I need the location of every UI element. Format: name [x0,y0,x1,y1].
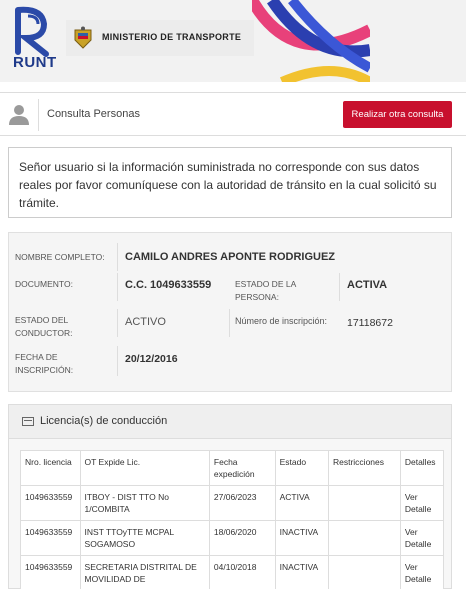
new-query-button[interactable]: Realizar otra consulta [343,101,452,128]
column-divider [117,243,118,271]
user-icon [9,105,29,125]
license-issuer: ITBOY - DIST TTO No 1/COMBITA [79,485,210,521]
license-date: 04/10/2018 [208,555,276,589]
inscription-number-label: Número de inscripción: [235,316,328,326]
license-number: 1049633559 [20,485,81,521]
view-detail-link[interactable]: Ver Detalle [399,485,445,521]
inscription-number-value: 17118672 [347,317,393,329]
driver-state-value: ACTIVO [125,316,166,328]
license-issuer: INST TTOyTTE MCPAL SOGAMOSO [79,520,210,556]
inscription-date-value: 20/12/2016 [125,353,178,365]
query-toolbar: Consulta Personas Realizar otra consulta [0,92,466,136]
person-state-label: ESTADO DE LA PERSONA: [235,279,297,302]
license-state: INACTIVA [274,520,329,556]
license-state: INACTIVA [274,555,329,589]
column-divider [117,309,118,337]
column-divider [229,309,230,337]
driver-state-label: ESTADO DEL CONDUCTOR: [15,315,73,338]
header-banner: RUNT MINISTERIO DE TRANSPORTE [0,0,466,82]
runt-brand-text: RUNT [13,54,57,71]
coat-of-arms-icon [74,26,92,49]
column-divider [339,273,340,301]
ministry-logo: MINISTERIO DE TRANSPORTE [66,20,254,56]
table-row: 1049633559 INST TTOyTTE MCPAL SOGAMOSO 1… [20,520,445,556]
id-card-icon [22,417,34,426]
view-detail-link[interactable]: Ver Detalle [399,520,445,556]
table-row: 1049633559 SECRETARIA DISTRITAL DE MOVIL… [20,555,445,589]
document-label: DOCUMENTO: [15,279,73,289]
license-date: 18/06/2020 [208,520,276,556]
full-name-label: NOMBRE COMPLETO: [15,252,105,262]
license-state: ACTIVA [274,485,329,521]
column-header: Restricciones [327,450,401,486]
licenses-table: Nro. licencia OT Expide Lic. Fecha exped… [20,450,445,589]
person-state-value: ACTIVA [347,279,388,291]
notice-message: Señor usuario si la información suminist… [8,147,452,218]
table-row: 1049633559 ITBOY - DIST TTO No 1/COMBITA… [20,485,445,521]
column-header: Estado [274,450,329,486]
license-restrictions [327,520,401,556]
ministry-name: MINISTERIO DE TRANSPORTE [102,32,242,42]
license-date: 27/06/2023 [208,485,276,521]
licenses-header[interactable]: Licencia(s) de conducción [9,405,451,439]
license-number: 1049633559 [20,555,81,589]
view-detail-link[interactable]: Ver Detalle [399,555,445,589]
column-header: Fecha expedición [208,450,276,486]
decorative-swoosh [252,0,370,82]
person-info-panel: NOMBRE COMPLETO: CAMILO ANDRES APONTE RO… [8,232,452,392]
column-header: Detalles [399,450,445,486]
license-restrictions [327,485,401,521]
document-value: C.C. 1049633559 [125,279,212,291]
column-header: Nro. licencia [20,450,81,486]
column-divider [117,273,118,301]
column-header: OT Expide Lic. [79,450,210,486]
license-issuer: SECRETARIA DISTRITAL DE MOVILIDAD DE [79,555,210,589]
table-header-row: Nro. licencia OT Expide Lic. Fecha exped… [20,450,445,486]
licenses-panel: Licencia(s) de conducción Nro. licencia … [8,404,452,589]
licenses-title: Licencia(s) de conducción [40,415,168,427]
toolbar-divider [38,99,39,131]
license-restrictions [327,555,401,589]
inscription-date-label: FECHA DE INSCRIPCIÓN: [15,352,74,375]
license-number: 1049633559 [20,520,81,556]
full-name-value: CAMILO ANDRES APONTE RODRIGUEZ [125,251,336,263]
column-divider [117,346,118,376]
page-title: Consulta Personas [47,108,140,120]
